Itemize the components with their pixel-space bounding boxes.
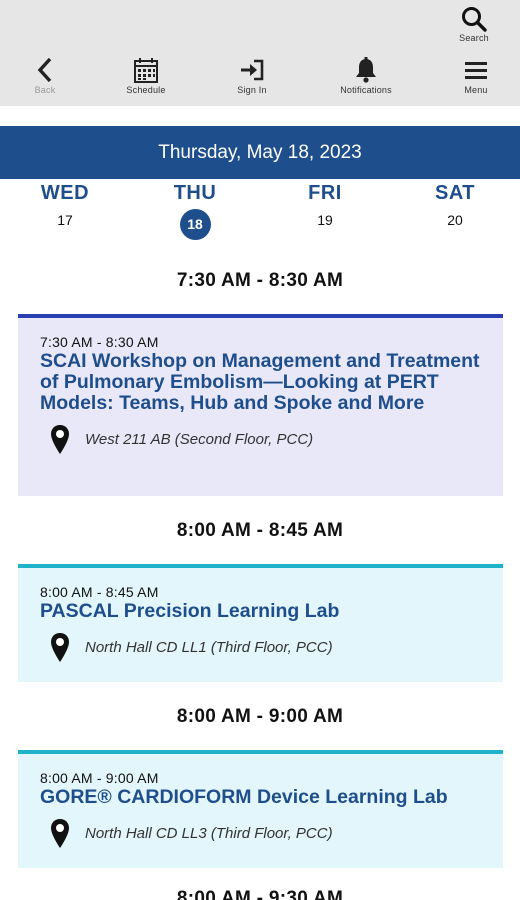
day-sat[interactable]: SAT 20: [410, 182, 500, 239]
session-card[interactable]: 7:30 AM - 8:30 AM SCAI Workshop on Manag…: [18, 314, 503, 496]
day-name: THU: [173, 182, 217, 204]
calendar-icon: [134, 58, 158, 83]
map-pin-icon: [51, 819, 69, 848]
notifications-button[interactable]: Notifications: [326, 56, 406, 95]
bell-icon: [356, 57, 376, 83]
location-text: North Hall CD LL3 (Third Floor, PCC): [85, 825, 333, 842]
map-pin-icon: [51, 425, 69, 454]
session-card[interactable]: 8:00 AM - 8:45 AM PASCAL Precision Learn…: [18, 564, 503, 682]
sign-in-label: Sign In: [237, 85, 267, 95]
session-time: 8:00 AM - 8:45 AM: [40, 584, 159, 600]
hamburger-menu-icon: [465, 62, 487, 79]
session-title[interactable]: PASCAL Precision Learning Lab: [40, 601, 481, 622]
session-location: North Hall CD LL3 (Third Floor, PCC): [40, 818, 481, 850]
time-group-header: 7:30 AM - 8:30 AM: [176, 270, 344, 291]
day-number: 17: [57, 212, 73, 228]
top-toolbar: Search Back Schedule Sign In Notificatio…: [0, 0, 520, 106]
time-group-header: 8:00 AM - 8:45 AM: [176, 520, 344, 541]
schedule-label: Schedule: [126, 85, 166, 95]
session-card[interactable]: 8:00 AM - 9:00 AM GORE® CARDIOFORM Devic…: [18, 750, 503, 868]
search-button[interactable]: Search: [454, 6, 494, 48]
nav-row: Back Schedule Sign In Notifications Menu: [0, 56, 520, 102]
session-time: 8:00 AM - 9:00 AM: [40, 770, 159, 786]
day-number: 19: [317, 212, 333, 228]
session-title[interactable]: SCAI Workshop on Management and Treatmen…: [40, 351, 481, 414]
day-name: WED: [40, 182, 90, 204]
menu-label: Menu: [464, 85, 488, 95]
location-text: West 211 AB (Second Floor, PCC): [85, 431, 314, 448]
day-selector: WED 17 THU 18 FRI 19 SAT 20: [0, 180, 520, 240]
sign-in-icon: [241, 59, 264, 81]
day-name: SAT: [434, 182, 475, 204]
session-title[interactable]: GORE® CARDIOFORM Device Learning Lab: [40, 787, 481, 808]
day-number-selected: 18: [179, 209, 211, 240]
search-label: Search: [459, 33, 489, 43]
menu-button[interactable]: Menu: [436, 56, 516, 95]
back-button[interactable]: Back: [5, 56, 85, 95]
date-header: Thursday, May 18, 2023: [0, 126, 520, 179]
search-icon: [462, 7, 487, 32]
notifications-label: Notifications: [340, 85, 392, 95]
time-group-header: 8:00 AM - 9:30 AM: [176, 888, 344, 900]
map-pin-icon: [51, 633, 69, 662]
location-text: North Hall CD LL1 (Third Floor, PCC): [85, 639, 333, 656]
time-group-header: 8:00 AM - 9:00 AM: [176, 706, 344, 727]
sign-in-button[interactable]: Sign In: [212, 56, 292, 95]
schedule-button[interactable]: Schedule: [106, 56, 186, 95]
session-location: North Hall CD LL1 (Third Floor, PCC): [40, 632, 481, 664]
session-location: West 211 AB (Second Floor, PCC): [40, 424, 481, 456]
day-wed[interactable]: WED 17: [20, 182, 110, 239]
day-number: 20: [447, 212, 463, 228]
chevron-left-icon: [37, 57, 52, 83]
day-thu[interactable]: THU 18: [150, 182, 240, 240]
back-label: Back: [34, 85, 56, 95]
session-time: 7:30 AM - 8:30 AM: [40, 334, 159, 350]
day-name: FRI: [308, 182, 342, 204]
day-fri[interactable]: FRI 19: [280, 182, 370, 239]
